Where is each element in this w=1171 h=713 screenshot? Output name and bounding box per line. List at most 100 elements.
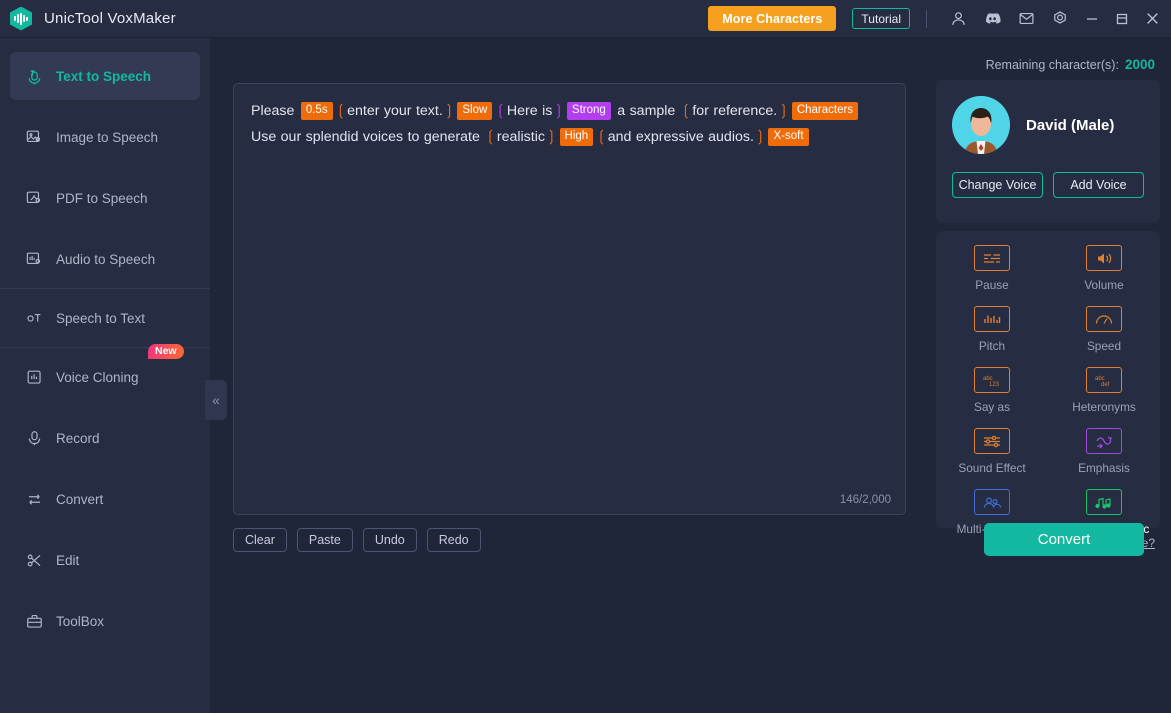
minimize-button[interactable] [1077,0,1107,38]
tool-say-as[interactable]: abc 123 Say as [936,359,1048,420]
sidebar-item-record[interactable]: Record [10,414,200,462]
tool-pitch[interactable]: Pitch [936,298,1048,359]
sidebar-item-label: Text to Speech [56,69,151,84]
text-editor[interactable]: Please 0.5s❲enter your text.❳Slow❲Here i… [233,83,906,515]
image-to-speech-icon [24,127,44,147]
app-logo [10,7,32,31]
sidebar-item-label: ToolBox [56,614,104,629]
sidebar-item-convert[interactable]: Convert [10,475,200,523]
convert-button[interactable]: Convert [984,523,1144,556]
tool-label: Say as [974,400,1010,414]
editor-text-run: enter your text. [347,103,443,119]
add-voice-button[interactable]: Add Voice [1053,172,1144,198]
maximize-button[interactable] [1107,0,1137,38]
heteronyms-icon: abc def [1086,367,1122,393]
pdf-to-speech-icon [24,188,44,208]
sidebar-item-label: Audio to Speech [56,252,155,267]
tool-heteronyms[interactable]: abc def Heteronyms [1048,359,1160,420]
ssml-tag[interactable]: Slow [457,102,492,120]
voice-name: David (Male) [1026,117,1114,134]
editor-text-run: for reference. [692,103,777,119]
ssml-bracket: ❳ [754,128,767,145]
ssml-tag[interactable]: High [560,128,594,146]
tool-label: Heteronyms [1072,400,1136,414]
sidebar-item-audio-to-speech[interactable]: Audio to Speech [10,235,200,283]
app-title: UnicTool VoxMaker [44,10,176,27]
nav-spacer [0,462,210,475]
ssml-bracket: ❲ [335,102,348,119]
voice-card: David (Male) Change Voice Add Voice [936,80,1160,223]
nav-spacer [0,100,210,113]
sidebar-item-label: Speech to Text [56,311,145,326]
sidebar-item-label: Record [56,431,100,446]
remaining-characters-label: Remaining character(s): [986,58,1119,72]
sidebar-divider-1 [0,288,210,289]
sidebar-item-label: Convert [56,492,103,507]
voice-row: David (Male) [952,96,1144,154]
multi-speaker-icon [974,489,1010,515]
tool-pause[interactable]: Pause [936,237,1048,298]
mail-icon[interactable] [1013,6,1039,32]
edit-icon [24,550,44,570]
volume-icon [1086,245,1122,271]
ssml-tag[interactable]: 0.5s [301,102,333,120]
nav-spacer [0,161,210,174]
paste-button[interactable]: Paste [297,528,353,552]
ssml-bracket: ❳ [777,102,790,119]
nav-spacer [0,584,210,597]
sidebar-item-edit[interactable]: Edit [10,536,200,584]
tool-label: Speed [1087,339,1121,353]
close-button[interactable] [1137,0,1167,38]
convert-icon [24,489,44,509]
editor-text-run: realistic [497,129,545,145]
sidebar-item-toolbox[interactable]: ToolBox [10,597,200,645]
ssml-tag[interactable]: X-soft [768,128,808,146]
editor-text-run: and expressive audios. [608,129,754,145]
sidebar-item-text-to-speech[interactable]: Text to Speech [10,52,200,100]
ssml-bracket: ❲ [680,102,693,119]
ssml-tag[interactable]: Strong [567,102,611,120]
sidebar-item-label: Voice Cloning [56,370,139,385]
text-to-speech-icon [24,66,44,86]
tool-volume[interactable]: Volume [1048,237,1160,298]
new-badge: New [148,344,184,359]
sidebar-collapse-button[interactable]: « [205,380,227,420]
sidebar-item-speech-to-text[interactable]: Speech to Text [10,294,200,342]
more-characters-button[interactable]: More Characters [708,6,836,31]
editor-rich-text[interactable]: Please 0.5s❲enter your text.❳Slow❲Here i… [234,84,905,150]
sidebar-item-label: Edit [56,553,79,568]
voice-cloning-icon [24,367,44,387]
svg-text:def: def [1101,382,1110,388]
tool-sound-effect[interactable]: Sound Effect [936,420,1048,481]
sidebar-item-pdf-to-speech[interactable]: PDF to Speech [10,174,200,222]
tool-label: Volume [1084,278,1123,292]
titlebar-divider [926,10,927,28]
tool-label: Pitch [979,339,1005,353]
ssml-bracket: ❲ [484,128,497,145]
editor-text-run: a sample [613,103,680,119]
sidebar-item-voice-cloning[interactable]: Voice Cloning New [10,353,200,401]
editor-toolbar: Clear Paste Undo Redo [233,528,481,552]
clear-button[interactable]: Clear [233,528,287,552]
audio-to-speech-icon [24,249,44,269]
undo-button[interactable]: Undo [363,528,417,552]
right-panel: Remaining character(s): 2000 David (Male)… [925,38,1171,713]
redo-button[interactable]: Redo [427,528,481,552]
change-voice-button[interactable]: Change Voice [952,172,1043,198]
background-music-icon [1086,489,1122,515]
ssml-bracket: ❳ [545,128,558,145]
say-as-icon: abc 123 [974,367,1010,393]
tutorial-button[interactable]: Tutorial [852,8,910,29]
sidebar-item-image-to-speech[interactable]: Image to Speech [10,113,200,161]
discord-icon[interactable] [979,6,1005,32]
settings-icon[interactable] [1047,6,1073,32]
ssml-tag[interactable]: Characters [792,102,858,120]
remaining-characters-value: 2000 [1125,57,1155,72]
nav-spacer [0,401,210,414]
account-icon[interactable] [945,6,971,32]
tool-speed[interactable]: Speed [1048,298,1160,359]
speech-to-text-icon [24,308,44,328]
tool-emphasis[interactable]: Emphasis [1048,420,1160,481]
editor-text-run: Please [251,103,299,119]
tool-label: Emphasis [1078,461,1130,475]
